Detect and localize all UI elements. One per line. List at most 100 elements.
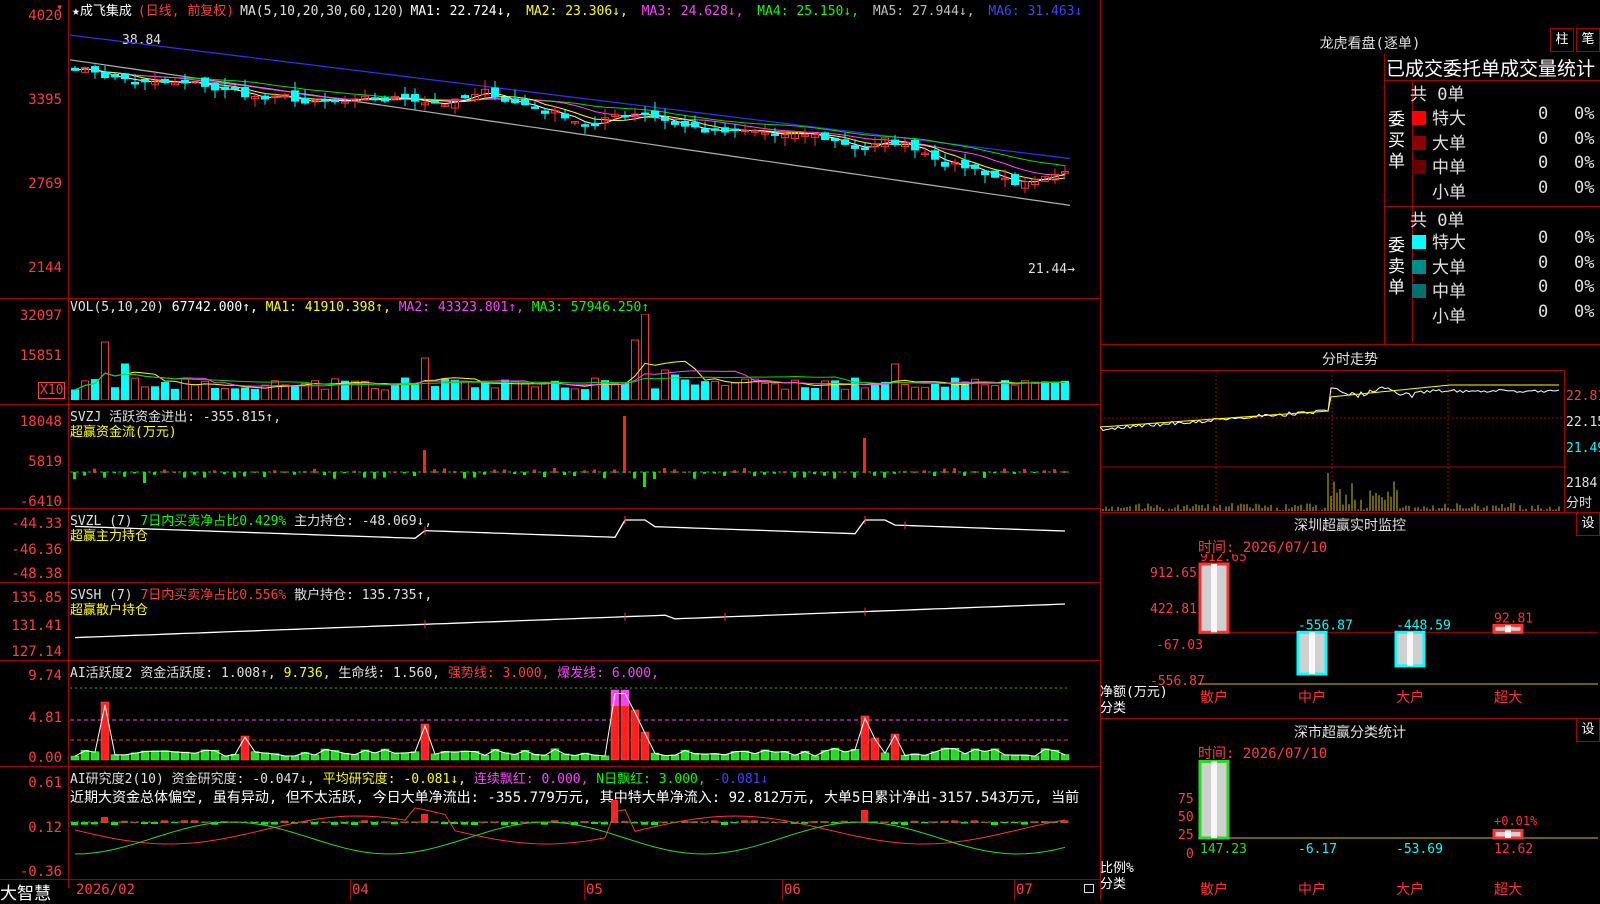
row-count: 0	[1538, 301, 1549, 322]
candle-body	[581, 124, 589, 127]
activity-bar	[1040, 748, 1050, 761]
vol-bar	[911, 386, 919, 400]
vol-bar	[531, 386, 539, 400]
longhu-title: 龙虎看盘(逐单)	[1319, 36, 1421, 52]
lock-icon[interactable]	[1084, 884, 1094, 893]
candle-body	[401, 93, 409, 99]
flow-bar	[773, 472, 776, 474]
svzl-chart	[74, 516, 1066, 539]
flow-bar	[843, 471, 846, 473]
monitor-ytick: 422.81	[1150, 602, 1197, 617]
flow-bar	[133, 472, 136, 474]
flow-bar	[963, 472, 966, 476]
vol-bar	[691, 384, 699, 400]
intraday-title: 分时走势	[1322, 352, 1378, 368]
vol-bar	[651, 388, 659, 400]
vol-bar	[631, 339, 639, 400]
activity-bar	[370, 752, 380, 761]
activity-bar	[180, 751, 190, 761]
vol-ma-value: MA2: 43323.801↑,	[398, 300, 532, 315]
row-percent: 0%	[1574, 228, 1595, 248]
candle-body	[141, 78, 149, 83]
flow-bar	[213, 470, 216, 473]
flow-bar	[803, 472, 806, 478]
vol-bar	[461, 381, 469, 400]
flow-bar	[323, 472, 326, 476]
flow-bar	[973, 471, 976, 473]
flow-bar	[693, 472, 696, 479]
svzl-ytick: -44.33	[11, 516, 62, 532]
vol-bar	[1051, 381, 1059, 400]
vol-bar	[371, 388, 379, 400]
flow-bar	[863, 438, 866, 473]
chart-area[interactable]: ★成飞集成 (日线, 前复权) MA(5,10,20,30,60,120) MA1: …	[0, 0, 1100, 904]
vol-bar	[1041, 381, 1049, 400]
intraday-vol-max: 2184	[1566, 476, 1598, 491]
volume-chart	[71, 314, 1069, 400]
vol-bar	[611, 382, 619, 400]
flow-bar	[613, 469, 616, 473]
vol-bar	[251, 388, 259, 400]
flow-bar	[623, 416, 626, 473]
vol-bar	[721, 385, 729, 400]
legend-swatch	[1412, 309, 1426, 323]
ma-line	[70, 59, 1071, 206]
category-label: 超大	[1494, 690, 1522, 706]
vol-bar	[541, 382, 549, 400]
candle-body	[431, 100, 439, 104]
intraday-vol-unit: 分时	[1566, 496, 1593, 511]
row-percent: 0%	[1574, 104, 1595, 124]
flow-bar	[313, 468, 316, 473]
ai1-ytick: 9.74	[28, 668, 62, 684]
vol-bar	[401, 377, 409, 400]
vol-ma-value: MA1: 41910.398↑,	[265, 300, 399, 315]
candle-body	[661, 116, 669, 121]
vol-bar	[761, 382, 769, 400]
research-line-green	[74, 821, 1066, 855]
ratio-value-label: -6.17	[1298, 842, 1337, 857]
category-label: 中户	[1298, 689, 1326, 706]
price-ytick: 4020	[28, 8, 62, 24]
sell-side-label: 委卖单	[1388, 236, 1405, 298]
row-label: 特大	[1432, 233, 1466, 253]
flow-bar	[363, 472, 366, 478]
candle-body	[531, 106, 539, 109]
vol-ma-value: MA3: 57946.250↑	[531, 300, 650, 315]
price-chart	[70, 34, 1071, 206]
intraday-ytick: 21.49	[1566, 441, 1600, 456]
candle-body	[941, 161, 949, 167]
tick-mode-button[interactable]: 笔	[1576, 28, 1600, 52]
svsh-ytick: 135.85	[11, 590, 62, 606]
vol-bar	[861, 387, 869, 400]
vol-bar	[381, 389, 389, 400]
row-label: 大单	[1432, 257, 1466, 278]
svzj-chart	[70, 416, 1070, 487]
activity-bar	[960, 753, 970, 761]
flow-bar	[73, 472, 76, 479]
monitor-title: 深圳超赢实时监控	[1294, 518, 1406, 534]
svsh-ytick: 131.41	[11, 618, 62, 634]
monitor-settings-button[interactable]: 设	[1576, 512, 1600, 536]
flow-bar	[463, 472, 466, 479]
candle-body	[541, 110, 549, 114]
candle-body	[681, 120, 689, 127]
vol-bar	[581, 389, 589, 400]
candle-body	[851, 145, 859, 149]
classify-ytick: 50	[1178, 810, 1194, 825]
flow-bar	[393, 471, 396, 473]
vol-bar	[191, 384, 199, 400]
vol-header: VOL(5,10,20) 67742.000↑, MA1: 41910.398↑…	[70, 300, 649, 315]
vol-bar	[121, 363, 129, 400]
activity-bar	[240, 735, 250, 761]
classify-settings-button[interactable]: 设	[1576, 718, 1600, 742]
flow-bar	[603, 472, 606, 479]
buy-row: 特大	[1412, 104, 1466, 129]
candle-body	[821, 132, 829, 140]
vol-bar	[211, 388, 219, 400]
flow-bar	[953, 468, 956, 473]
net-value-label: 92.81	[1494, 611, 1533, 626]
bar-mode-button[interactable]: 柱	[1550, 28, 1574, 52]
row-count: 0	[1538, 252, 1549, 273]
row-label: 小单	[1432, 306, 1466, 327]
net-value-label: -448.59	[1396, 618, 1451, 633]
